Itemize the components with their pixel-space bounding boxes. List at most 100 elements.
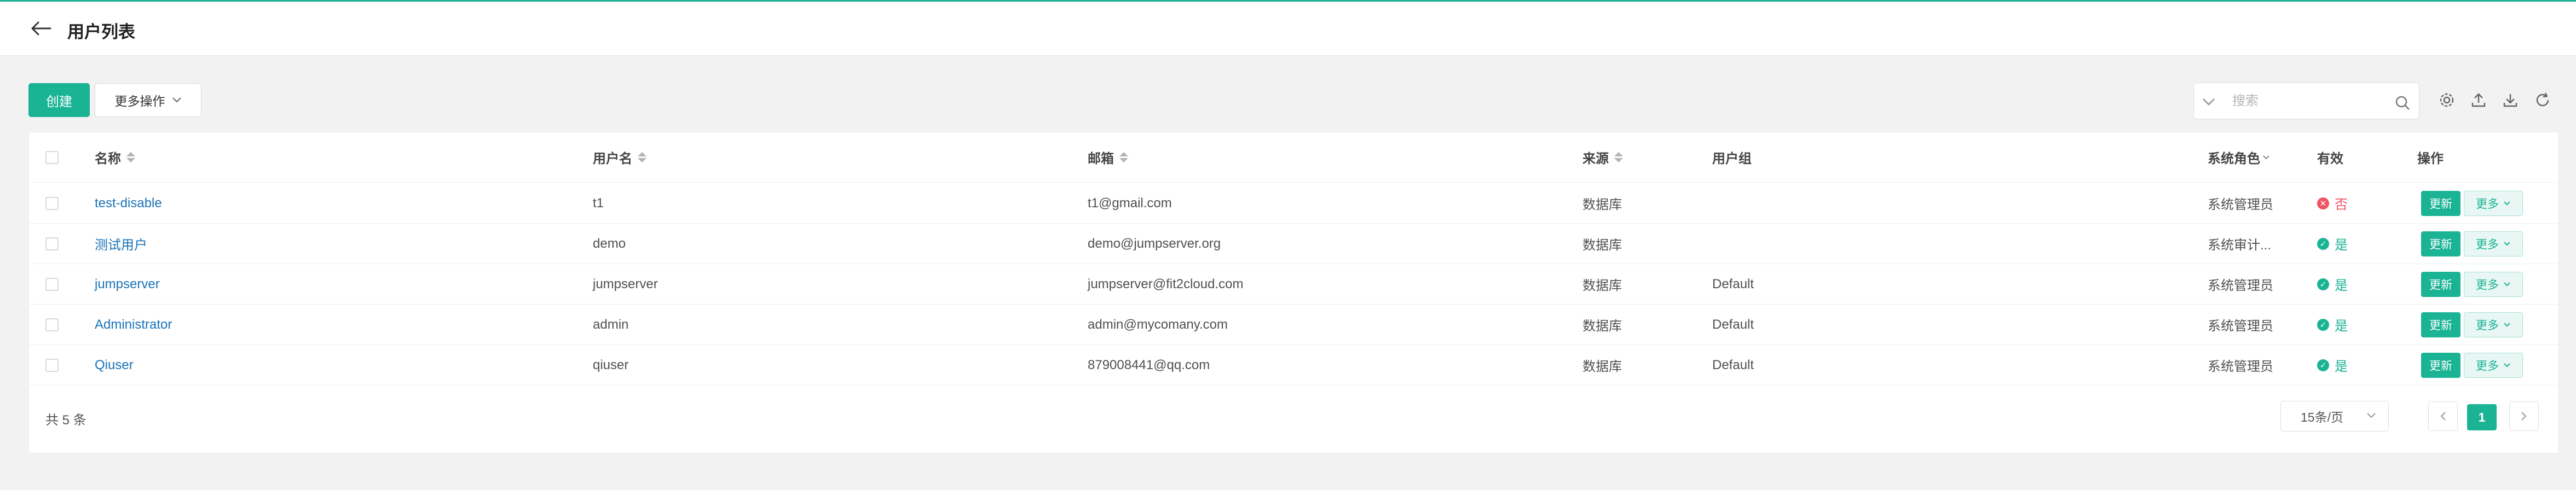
row-more-dropdown[interactable]: 更多 — [2464, 231, 2523, 256]
chevron-down-icon[interactable] — [2262, 155, 2270, 160]
column-username[interactable]: 用户名 — [593, 132, 646, 182]
groups-cell: Default — [1712, 357, 1754, 372]
search-box — [2193, 83, 2419, 119]
row-more-label: 更多 — [2476, 278, 2499, 291]
email-cell: demo@jumpserver.org — [1088, 236, 1221, 251]
active-status-text: 是 — [2335, 238, 2348, 253]
username-cell: t1 — [593, 195, 604, 211]
table-row: test-disable t1 t1@gmail.com 数据库 系统管理员 ✕ 否更新 更多 — [29, 183, 2558, 224]
row-more-label: 更多 — [2476, 238, 2499, 251]
user-name-link[interactable]: Qiuser — [95, 345, 134, 385]
select-all-checkbox[interactable] — [45, 150, 59, 164]
role-cell: 系统管理员 — [2208, 197, 2273, 212]
role-cell: 系统审计... — [2208, 238, 2272, 253]
check-circle-icon: ✓ — [2317, 278, 2329, 290]
row-more-label: 更多 — [2476, 359, 2499, 372]
row-actions: 更新 更多 — [2421, 345, 2523, 385]
sort-icon[interactable] — [638, 152, 646, 162]
chevron-down-icon — [2504, 201, 2510, 205]
close-circle-icon: ✕ — [2317, 197, 2329, 209]
create-button[interactable]: 创建 — [28, 83, 90, 117]
arrow-left-icon[interactable] — [30, 20, 51, 37]
active-status-text: 是 — [2335, 278, 2348, 293]
column-source[interactable]: 来源 — [1582, 132, 1623, 182]
upload-icon[interactable] — [2470, 92, 2487, 108]
update-button[interactable]: 更新 — [2421, 312, 2461, 337]
source-cell: 数据库 — [1582, 197, 1622, 212]
table-row: 测试用户 demo demo@jumpserver.org 数据库 系统审计... ✓ 是更… — [29, 224, 2558, 264]
source-cell: 数据库 — [1582, 359, 1622, 374]
source-cell: 数据库 — [1582, 319, 1622, 334]
row-actions: 更新 更多 — [2421, 183, 2523, 223]
row-more-label: 更多 — [2476, 319, 2499, 332]
check-circle-icon: ✓ — [2317, 318, 2329, 331]
chevron-down-icon — [172, 97, 181, 103]
username-cell: admin — [593, 317, 629, 332]
chevron-down-icon — [2504, 322, 2510, 326]
email-cell: admin@mycomany.com — [1088, 317, 1228, 332]
update-button[interactable]: 更新 — [2421, 271, 2461, 297]
column-name[interactable]: 名称 — [95, 132, 135, 182]
current-page[interactable]: 1 — [2467, 404, 2497, 430]
row-more-dropdown[interactable]: 更多 — [2464, 271, 2523, 297]
row-checkbox[interactable] — [45, 237, 59, 250]
row-actions: 更新 更多 — [2421, 305, 2523, 345]
table-header: 名称 用户名 邮箱 来源 用户组 系统角色 有效 操作 — [29, 132, 2558, 183]
column-role[interactable]: 系统角色 — [2208, 132, 2270, 182]
email-cell: t1@gmail.com — [1088, 195, 1172, 211]
active-status: ✓ 是 — [2317, 345, 2348, 385]
row-more-label: 更多 — [2476, 197, 2499, 211]
active-status-text: 是 — [2335, 359, 2348, 374]
check-circle-icon: ✓ — [2317, 359, 2329, 371]
user-name-link[interactable]: test-disable — [95, 183, 162, 223]
user-name-link[interactable]: 测试用户 — [95, 224, 147, 264]
groups-cell: Default — [1712, 317, 1754, 332]
next-page-button[interactable] — [2509, 401, 2539, 431]
column-email[interactable]: 邮箱 — [1088, 132, 1128, 182]
user-table: 名称 用户名 邮箱 来源 用户组 系统角色 有效 操作 test-disable… — [28, 132, 2558, 453]
row-checkbox[interactable] — [45, 277, 59, 291]
chevron-down-icon — [2367, 413, 2376, 418]
active-status-text: 是 — [2335, 319, 2348, 334]
search-input[interactable] — [2232, 90, 2386, 113]
settings-icon[interactable] — [2439, 92, 2455, 108]
page-size-select[interactable]: 15条/页 — [2280, 401, 2389, 431]
table-row: Qiuser qiuser 879008441@qq.com 数据库 Default 系统… — [29, 345, 2558, 386]
row-more-dropdown[interactable]: 更多 — [2464, 312, 2523, 337]
active-status: ✓ 是 — [2317, 305, 2348, 345]
column-actions: 操作 — [2417, 151, 2444, 166]
username-cell: demo — [593, 236, 626, 251]
row-more-dropdown[interactable]: 更多 — [2464, 352, 2523, 378]
column-active: 有效 — [2317, 151, 2343, 166]
row-checkbox[interactable] — [45, 358, 59, 372]
check-circle-icon: ✓ — [2317, 237, 2329, 250]
sort-icon[interactable] — [1614, 152, 1623, 162]
update-button[interactable]: 更新 — [2421, 231, 2461, 256]
table-row: Administrator admin admin@mycomany.com 数据库 D… — [29, 305, 2558, 345]
chevron-down-icon[interactable] — [2202, 96, 2216, 107]
page-title: 用户列表 — [67, 22, 135, 42]
row-actions: 更新 更多 — [2421, 224, 2523, 264]
row-checkbox[interactable] — [45, 318, 59, 331]
row-more-dropdown[interactable]: 更多 — [2464, 190, 2523, 216]
refresh-icon[interactable] — [2534, 92, 2551, 108]
active-status: ✓ 是 — [2317, 224, 2348, 264]
update-button[interactable]: 更新 — [2421, 190, 2461, 216]
row-checkbox[interactable] — [45, 196, 59, 210]
user-name-link[interactable]: Administrator — [95, 305, 172, 345]
download-icon[interactable] — [2502, 92, 2519, 108]
chevron-down-icon — [2504, 241, 2510, 246]
email-cell: 879008441@qq.com — [1088, 357, 1210, 372]
sort-icon[interactable] — [1119, 152, 1128, 162]
username-cell: jumpserver — [593, 276, 658, 291]
chevron-right-icon — [2521, 412, 2527, 421]
table-row: jumpserver jumpserver jumpserver@fit2cloud… — [29, 264, 2558, 305]
prev-page-button[interactable] — [2428, 401, 2458, 431]
sort-icon[interactable] — [126, 152, 135, 162]
user-name-link[interactable]: jumpserver — [95, 264, 160, 304]
total-count: 共 5 条 — [45, 413, 86, 428]
source-cell: 数据库 — [1582, 278, 1622, 293]
update-button[interactable]: 更新 — [2421, 352, 2461, 378]
search-icon[interactable] — [2395, 95, 2410, 110]
more-actions-dropdown[interactable]: 更多操作 — [95, 83, 201, 117]
